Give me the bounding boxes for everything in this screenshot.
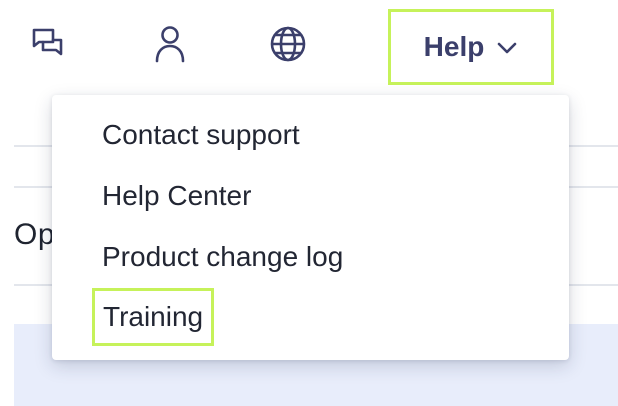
user-icon[interactable] [148, 22, 192, 66]
help-dropdown-menu: Contact support Help Center Product chan… [52, 95, 569, 360]
menu-item-training[interactable]: Training [92, 288, 215, 346]
help-menu-button[interactable]: Help [388, 9, 554, 85]
page-heading-partial: Op [14, 218, 56, 251]
menu-item-contact-support[interactable]: Contact support [102, 115, 300, 155]
help-button-label: Help [423, 31, 485, 62]
page: Op Help Contact support Help Center Prod… [0, 0, 618, 406]
globe-icon[interactable] [266, 22, 310, 66]
chat-icon[interactable] [25, 22, 69, 66]
menu-item-product-change-log[interactable]: Product change log [102, 237, 343, 277]
chevron-down-icon [498, 42, 517, 54]
menu-item-help-center[interactable]: Help Center [102, 176, 251, 216]
